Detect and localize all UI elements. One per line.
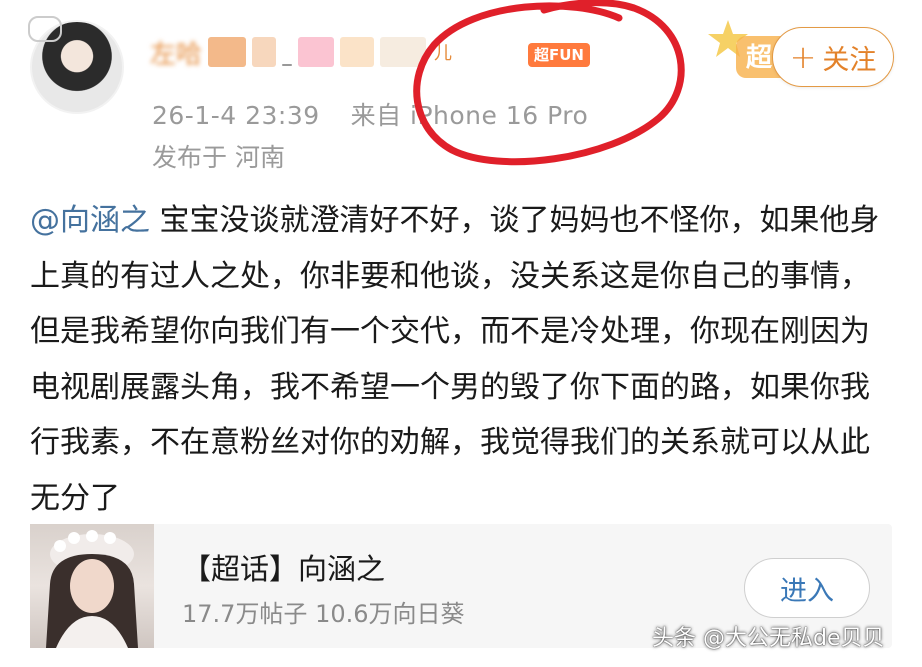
follow-label: 关注	[822, 44, 877, 76]
user-nickname[interactable]: 左哈 儿	[150, 35, 495, 70]
red-annotation-circle	[413, 0, 685, 166]
post-source: 来自 iPhone 16 Pro	[350, 101, 589, 130]
nickname-mosaic-block	[298, 37, 335, 67]
post-timestamp: 26-1-4 23:39	[152, 101, 320, 130]
post-text: 宝宝没谈就澄清好不好，谈了妈妈也不怪你，如果他身上真的有过人之处，你非要和他谈，…	[30, 203, 880, 516]
plus-icon: +	[789, 38, 817, 76]
super-topic-thumbnail	[30, 524, 154, 648]
star-badge-label: 超	[746, 43, 773, 73]
nickname-mosaic-block	[252, 37, 277, 67]
nickname-mosaic-block	[208, 37, 247, 67]
super-topic-title: 【超话】向涵之	[182, 552, 386, 586]
watermark: 头条 @大公无私de贝贝	[652, 626, 885, 651]
nickname-mosaic-block	[282, 64, 293, 66]
follow-button[interactable]: + 关注	[772, 27, 894, 87]
post-body: @向涵之 宝宝没谈就澄清好不好，谈了妈妈也不怪你，如果他身上真的有过人之处，你非…	[30, 193, 890, 526]
nickname-text: 左哈	[150, 39, 203, 70]
avatar-frame-decoration	[28, 16, 62, 42]
nickname-suffix: 儿	[434, 43, 453, 64]
enter-button[interactable]: 进入	[744, 558, 870, 618]
nickname-mosaic-block	[380, 37, 427, 67]
super-topic-stats: 17.7万帖子 10.6万向日葵	[182, 600, 465, 628]
mention-link[interactable]: @向涵之	[30, 203, 150, 238]
nickname-mosaic-block	[340, 37, 375, 67]
super-fun-badge[interactable]: 超FUN	[528, 43, 590, 67]
post-timestamp-source: 26-1-4 23:39 来自 iPhone 16 Pro	[152, 96, 588, 132]
post-location: 发布于 河南	[152, 143, 285, 172]
topic-portrait-image	[46, 530, 138, 648]
